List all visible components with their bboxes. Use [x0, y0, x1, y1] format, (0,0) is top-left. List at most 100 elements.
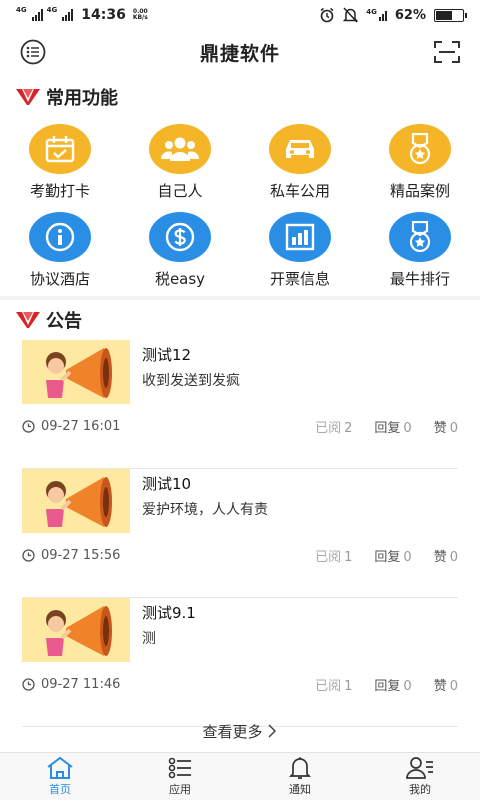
status-bar: 4G 4G 14:36 0.00 KB/s 4G 62% — [0, 0, 480, 30]
notice-item[interactable]: 测试10 爱护环境，人人有责 09-27 15:56 已阅 1 回复 0 赞0 — [22, 469, 458, 598]
notice-body: 收到发送到发疯 — [142, 373, 240, 389]
section-header: 常用功能 — [0, 74, 480, 120]
notice-thumbnail — [22, 598, 130, 662]
function-item-hotels[interactable]: 协议酒店 — [0, 208, 120, 296]
function-item-ranking[interactable]: 最牛排行 — [360, 208, 480, 296]
section-header: 公告 — [0, 300, 480, 340]
mute-bell-icon — [343, 7, 359, 23]
medal-icon — [409, 221, 431, 253]
status-time: 14:36 — [81, 7, 126, 23]
notice-thumbnail — [22, 469, 130, 533]
function-item-best-cases[interactable]: 精品案例 — [360, 120, 480, 208]
battery-percent: 62% — [394, 7, 426, 23]
tab-home[interactable]: 首页 — [0, 753, 120, 800]
notice-body: 测 — [142, 631, 156, 647]
status-left: 4G 4G 14:36 0.00 KB/s — [16, 6, 148, 23]
function-item-attendance[interactable]: 考勤打卡 — [0, 120, 120, 208]
signal-icon — [31, 9, 43, 21]
network-type-1: 4G — [16, 6, 27, 14]
tab-label: 应用 — [169, 783, 191, 796]
view-more-label: 查看更多 — [202, 722, 263, 741]
common-functions-section: 常用功能 考勤打卡 自己人 私车公用 精品案例 协议酒店 税easy 开票信息 … — [0, 74, 480, 296]
battery-fill — [436, 10, 453, 20]
function-label: 开票信息 — [269, 270, 330, 288]
medal-icon — [409, 133, 431, 165]
user-icon — [406, 757, 433, 779]
clock-icon — [22, 419, 35, 433]
function-label: 最牛排行 — [389, 270, 450, 288]
apps-list-icon — [168, 757, 191, 779]
notice-stats: 已阅 1 回复 0 赞0 — [315, 546, 458, 565]
signal-icon: 4G — [366, 8, 387, 21]
reply-count[interactable]: 回复 0 — [374, 675, 411, 694]
notice-title: 测试12 — [142, 346, 192, 364]
info-icon — [45, 222, 75, 252]
function-label: 精品案例 — [389, 182, 450, 200]
function-grid: 考勤打卡 自己人 私车公用 精品案例 协议酒店 税easy 开票信息 最牛排行 — [0, 120, 480, 296]
function-item-private-car[interactable]: 私车公用 — [240, 120, 360, 208]
function-icon-bg — [269, 124, 331, 174]
notice-body: 爱护环境，人人有责 — [142, 502, 268, 518]
function-item-tax[interactable]: 税easy — [120, 208, 240, 296]
like-count[interactable]: 赞0 — [434, 675, 458, 694]
tab-label: 通知 — [289, 783, 311, 796]
like-count[interactable]: 赞0 — [434, 546, 458, 565]
read-count: 已阅 2 — [315, 420, 353, 436]
megaphone-girl-icon — [46, 477, 112, 527]
function-label: 自己人 — [157, 182, 203, 200]
bar-chart-icon — [285, 223, 315, 251]
function-item-colleagues[interactable]: 自己人 — [120, 120, 240, 208]
function-label: 私车公用 — [269, 182, 330, 200]
network-speed: 0.00 KB/s — [132, 8, 148, 21]
car-icon — [286, 140, 314, 158]
people-icon — [161, 137, 199, 161]
function-icon-bg — [29, 212, 91, 262]
notice-item[interactable]: 测试12 收到发送到发疯 09-27 16:01 已阅 2 回复 0 赞0 — [22, 340, 458, 469]
section-title: 常用功能 — [46, 88, 118, 109]
scan-button[interactable] — [432, 38, 462, 66]
notice-stats: 已阅 2 回复 0 赞0 — [315, 417, 458, 436]
clock-icon — [22, 677, 35, 691]
dollar-icon — [165, 222, 195, 252]
brand-logo-icon — [16, 312, 40, 328]
tab-label: 我的 — [409, 783, 431, 796]
function-label: 协议酒店 — [29, 270, 90, 288]
notice-item[interactable]: 测试9.1 测 09-27 11:46 已阅 1 回复 0 赞0 — [22, 598, 458, 727]
reply-count[interactable]: 回复 0 — [374, 546, 411, 565]
scan-icon — [434, 41, 460, 63]
tab-apps[interactable]: 应用 — [120, 753, 240, 800]
view-more-link[interactable]: 查看更多 — [0, 712, 480, 750]
notice-title: 测试9.1 — [142, 604, 196, 622]
function-label: 考勤打卡 — [29, 182, 90, 200]
signal-icon — [62, 9, 74, 21]
megaphone-girl-icon — [46, 348, 112, 398]
notice-thumbnail — [22, 340, 130, 404]
function-icon-bg — [29, 124, 91, 174]
tab-notifications[interactable]: 通知 — [240, 753, 360, 800]
alarm-icon — [320, 7, 334, 23]
notice-time: 09-27 15:56 — [41, 547, 121, 563]
read-count: 已阅 1 — [315, 549, 353, 565]
menu-button[interactable] — [18, 38, 48, 66]
notice-section: 公告 测试12 收到发送到发疯 09-27 16:01 已阅 2 回复 0 赞0 测… — [0, 300, 480, 752]
reply-count[interactable]: 回复 0 — [374, 417, 411, 436]
status-right: 4G 62% — [319, 7, 467, 23]
brand-logo-icon — [16, 89, 40, 105]
tab-mine[interactable]: 我的 — [360, 753, 480, 800]
notice-meta: 09-27 16:01 已阅 2 回复 0 赞0 — [22, 416, 458, 436]
function-label: 税easy — [154, 270, 206, 288]
function-icon-bg — [149, 212, 211, 262]
tab-label: 首页 — [49, 783, 71, 796]
read-count: 已阅 1 — [315, 678, 353, 694]
notice-stats: 已阅 1 回复 0 赞0 — [315, 675, 458, 694]
notice-title: 测试10 — [142, 475, 192, 493]
notice-meta: 09-27 15:56 已阅 1 回复 0 赞0 — [22, 545, 458, 565]
page-title: 鼎捷软件 — [199, 42, 280, 65]
calendar-check-icon — [45, 136, 75, 163]
notice-time: 09-27 11:46 — [41, 676, 121, 692]
function-icon-bg — [269, 212, 331, 262]
app-header: 鼎捷软件 — [0, 30, 480, 74]
like-count[interactable]: 赞0 — [434, 417, 458, 436]
function-item-invoice[interactable]: 开票信息 — [240, 208, 360, 296]
notice-meta: 09-27 11:46 已阅 1 回复 0 赞0 — [22, 674, 458, 694]
